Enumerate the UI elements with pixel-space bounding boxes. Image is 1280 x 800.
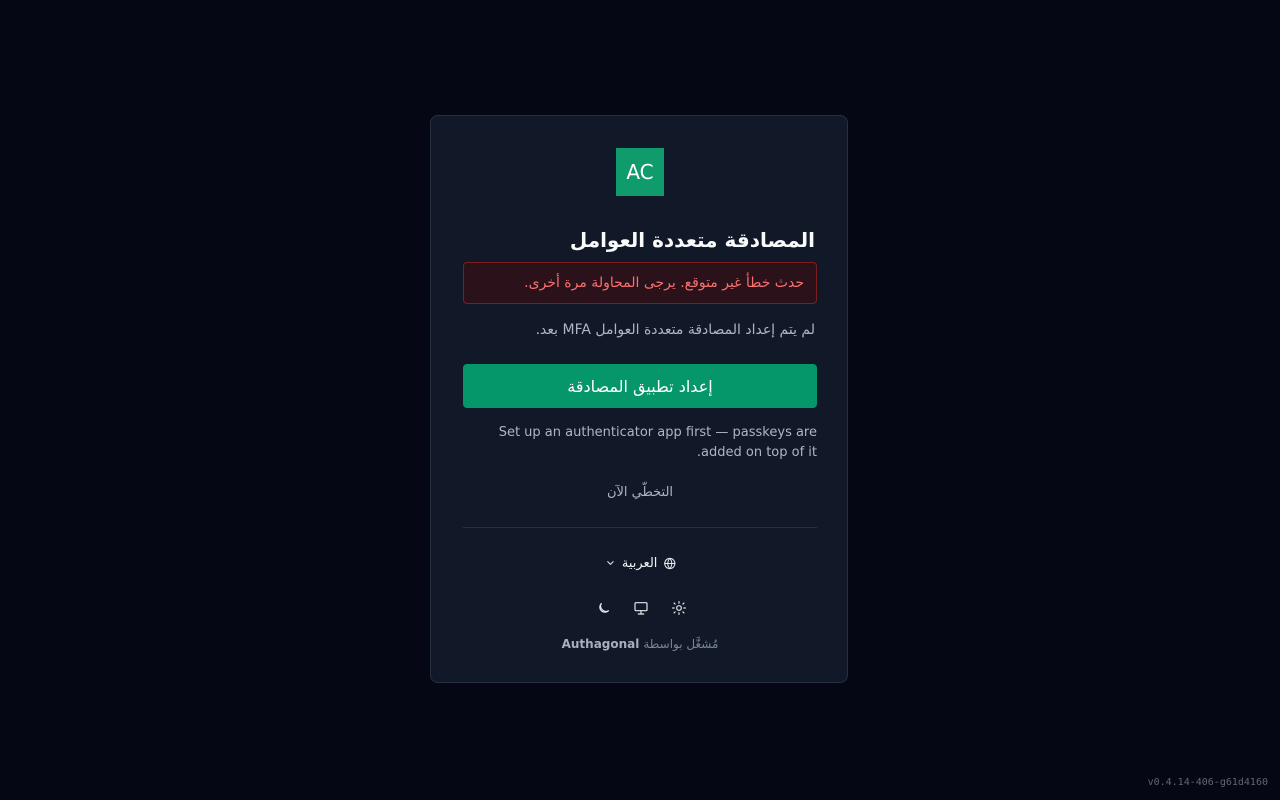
dark-theme-button[interactable] <box>591 598 615 618</box>
error-alert: حدث خطأ غير متوقع. يرجى المحاولة مرة أخر… <box>463 262 817 304</box>
skip-for-now-link[interactable]: التخطّي الآن <box>594 481 686 505</box>
selected-language: العربية <box>621 555 658 571</box>
theme-switcher <box>591 598 691 618</box>
chevron-down-icon <box>607 561 614 565</box>
version-badge: v0.4.14-406-g61d4160 <box>1147 777 1268 788</box>
section-divider <box>463 527 817 528</box>
error-message: حدث خطأ غير متوقع. يرجى المحاولة مرة أخر… <box>524 275 804 291</box>
monitor-icon <box>634 602 648 615</box>
powered-by-brand[interactable]: Authagonal <box>562 635 640 653</box>
passkey-hint: Set up an authenticator app first — pass… <box>498 425 817 460</box>
system-theme-button[interactable] <box>629 598 653 618</box>
light-theme-button[interactable] <box>667 598 691 618</box>
brand-logo: AC <box>616 148 664 196</box>
sun-icon <box>672 601 686 615</box>
page-title: المصادقة متعددة العوامل <box>569 228 815 252</box>
language-selector[interactable]: العربية <box>605 552 677 574</box>
powered-by: Authagonal مُشغَّل بواسطة <box>431 635 849 653</box>
powered-by-label: مُشغَّل بواسطة <box>643 637 719 651</box>
moon-icon <box>598 602 609 613</box>
globe-icon <box>664 557 676 569</box>
mfa-status-message: لم يتم إعداد المصادقة متعددة العوامل MFA… <box>535 322 815 338</box>
setup-authenticator-button[interactable]: إعداد تطبيق المصادقة <box>463 364 817 408</box>
mfa-card: AC المصادقة متعددة العوامل حدث خطأ غير م… <box>430 115 848 683</box>
